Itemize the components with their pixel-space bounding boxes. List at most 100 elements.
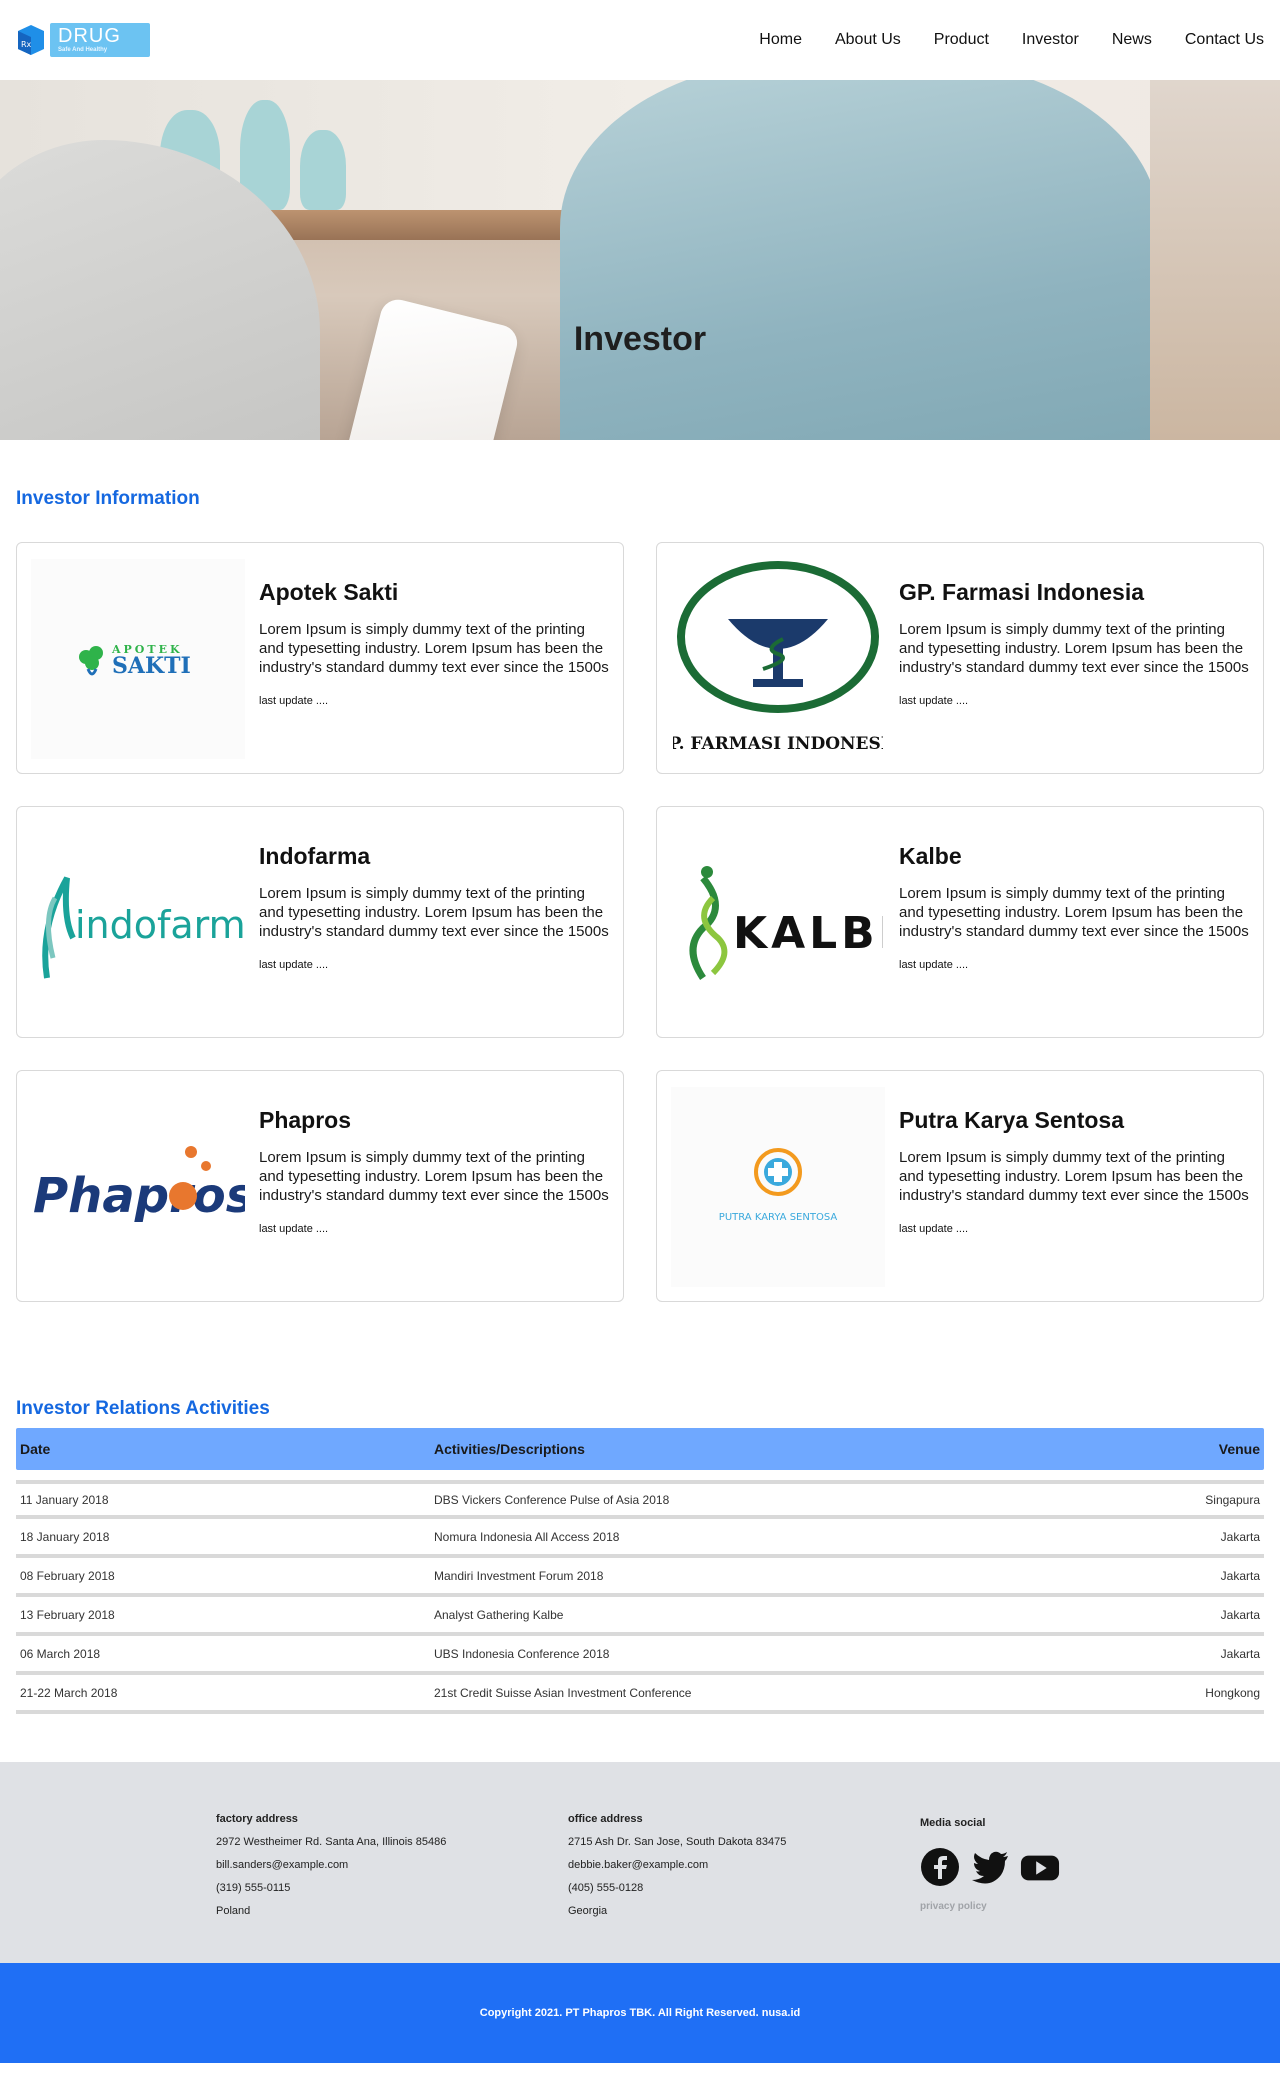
card-title: Phapros [259,1107,352,1133]
card-title: Kalbe [899,843,962,869]
card-description: Lorem Ipsum is simply dummy text of the … [899,621,1249,676]
table-body: 11 January 2018 DBS Vickers Conference P… [16,1480,1264,1714]
card-last-update: last update .... [259,695,329,707]
cell-date: 08 February 2018 [20,1568,115,1583]
main-nav: Home About Us Product Investor News Cont… [759,31,1264,49]
activities-title: Investor Relations Activities [16,1398,270,1419]
investor-card[interactable]: Phapros Phapros Lorem Ipsum is simply du… [16,1070,624,1302]
factory-email[interactable]: bill.sanders@example.com [216,1854,568,1877]
svg-text:Rx: Rx [21,40,32,49]
youtube-icon[interactable] [1020,1847,1060,1887]
vase-image [300,130,346,210]
twitter-icon[interactable] [970,1847,1010,1887]
cell-activity: Analyst Gathering Kalbe [434,1607,564,1622]
nav-product[interactable]: Product [934,31,989,49]
putra-karya-sentosa-logo: PUTRA KARYA SENTOSA [671,1087,885,1287]
investor-card[interactable]: APOTEK SAKTI Apotek Sakti Lorem Ipsum is… [16,542,624,774]
nav-news[interactable]: News [1112,31,1152,49]
investor-card[interactable]: indofarma Indofarma Lorem Ipsum is simpl… [16,806,624,1038]
cell-date: 06 March 2018 [20,1646,101,1661]
cell-date: 18 January 2018 [20,1529,110,1544]
privacy-policy-link[interactable]: privacy policy [920,1895,1272,1918]
cell-venue: Hongkong [1205,1685,1260,1700]
factory-phone[interactable]: (319) 555-0115 [216,1877,568,1900]
svg-text:SAKTI: SAKTI [112,653,191,679]
facebook-icon[interactable] [920,1847,960,1887]
social-heading: Media social [920,1817,986,1829]
card-last-update: last update .... [259,959,329,971]
cell-activity: DBS Vickers Conference Pulse of Asia 201… [434,1492,670,1507]
investor-info-title: Investor Information [16,488,200,509]
factory-address: 2972 Westheimer Rd. Santa Ana, Illinois … [216,1836,447,1848]
office-email[interactable]: debbie.baker@example.com [568,1854,920,1877]
phapros-logo: Phapros [31,1087,245,1287]
social-block: Media social privacy policy [920,1808,1272,1963]
card-last-update: last update .... [899,695,969,707]
table-row: 08 February 2018 Mandiri Investment Foru… [16,1558,1264,1597]
cell-venue: Jakarta [1220,1568,1260,1583]
svg-text:indofarma: indofarma [75,903,243,947]
cell-venue: Jakarta [1220,1607,1260,1622]
office-address-block: office address 2715 Ash Dr. San Jose, So… [568,1808,920,1963]
cell-date: 11 January 2018 [20,1492,109,1507]
table-row: 21-22 March 2018 21st Credit Suisse Asia… [16,1675,1264,1714]
cell-date: 13 February 2018 [20,1607,115,1622]
investor-card[interactable]: GP. FARMASI INDONESIA GP. Farmasi Indone… [656,542,1264,774]
table-row: 11 January 2018 DBS Vickers Conference P… [16,1480,1264,1519]
paper-bag-image [339,295,521,440]
card-title: Apotek Sakti [259,579,399,605]
office-address: 2715 Ash Dr. San Jose, South Dakota 8347… [568,1836,787,1848]
svg-text:PUTRA KARYA SENTOSA: PUTRA KARYA SENTOSA [719,1212,838,1223]
card-description: Lorem Ipsum is simply dummy text of the … [259,1149,609,1204]
card-last-update: last update .... [259,1223,329,1235]
svg-text:KALBE: KALBE [733,908,883,959]
copyright-bar: Copyright 2021. PT Phapros TBK. All Righ… [0,1963,1280,2063]
nav-about-us[interactable]: About Us [835,31,901,49]
cell-venue: Singapura [1205,1492,1260,1507]
cell-activity: UBS Indonesia Conference 2018 [434,1646,610,1661]
factory-address-block: factory address 2972 Westheimer Rd. Sant… [216,1808,568,1963]
cell-venue: Jakarta [1220,1646,1260,1661]
header-venue: Venue [1218,1441,1260,1457]
hero-title: Investor [573,320,707,358]
table-row: 06 March 2018 UBS Indonesia Conference 2… [16,1636,1264,1675]
header-date: Date [20,1441,51,1457]
office-phone[interactable]: (405) 555-0128 [568,1877,920,1900]
copyright-text: Copyright 2021. PT Phapros TBK. All Righ… [479,2007,801,2019]
site-header: Rx DRUG Safe And Healthy Home About Us P… [0,0,1280,80]
office-country: Georgia [568,1905,608,1917]
card-description: Lorem Ipsum is simply dummy text of the … [259,885,609,940]
gp-farmasi-logo: GP. FARMASI INDONESIA [671,559,885,759]
table-header: Date Activities/Descriptions Venue [16,1428,1264,1470]
cell-activity: Nomura Indonesia All Access 2018 [434,1529,620,1544]
office-address-heading: office address [568,1813,643,1825]
hero-banner: Investor [0,80,1280,440]
factory-country: Poland [216,1905,251,1917]
cell-venue: Jakarta [1220,1529,1260,1544]
nav-investor[interactable]: Investor [1022,31,1079,49]
table-row: 18 January 2018 Nomura Indonesia All Acc… [16,1519,1264,1558]
card-description: Lorem Ipsum is simply dummy text of the … [899,885,1249,940]
drug-box-icon: Rx [16,23,46,57]
brand-name: DRUG [58,25,121,47]
svg-text:GP. FARMASI INDONESIA: GP. FARMASI INDONESIA [673,734,883,754]
activities-table: Date Activities/Descriptions Venue 11 Ja… [16,1428,1264,1714]
svg-text:Phapros: Phapros [33,1168,245,1224]
nav-contact-us[interactable]: Contact Us [1185,31,1264,49]
pharmacist-image [560,80,1160,440]
indofarma-logo: indofarma [31,823,245,1023]
card-title: Putra Karya Sentosa [899,1107,1124,1133]
kalbe-logo: KALBE [671,823,885,1023]
nav-home[interactable]: Home [759,31,802,49]
apotek-sakti-logo: APOTEK SAKTI [31,559,245,759]
investor-cards: APOTEK SAKTI Apotek Sakti Lorem Ipsum is… [0,542,1280,1302]
header-activity: Activities/Descriptions [434,1441,585,1457]
card-description: Lorem Ipsum is simply dummy text of the … [259,621,609,676]
card-description: Lorem Ipsum is simply dummy text of the … [899,1149,1249,1204]
cell-date: 21-22 March 2018 [20,1685,118,1700]
table-row: 13 February 2018 Analyst Gathering Kalbe… [16,1597,1264,1636]
site-footer: factory address 2972 Westheimer Rd. Sant… [0,1762,1280,1963]
investor-card[interactable]: PUTRA KARYA SENTOSA Putra Karya Sentosa … [656,1070,1264,1302]
brand-logo[interactable]: Rx DRUG Safe And Healthy [16,23,150,57]
investor-card[interactable]: KALBE Kalbe Lorem Ipsum is simply dummy … [656,806,1264,1038]
